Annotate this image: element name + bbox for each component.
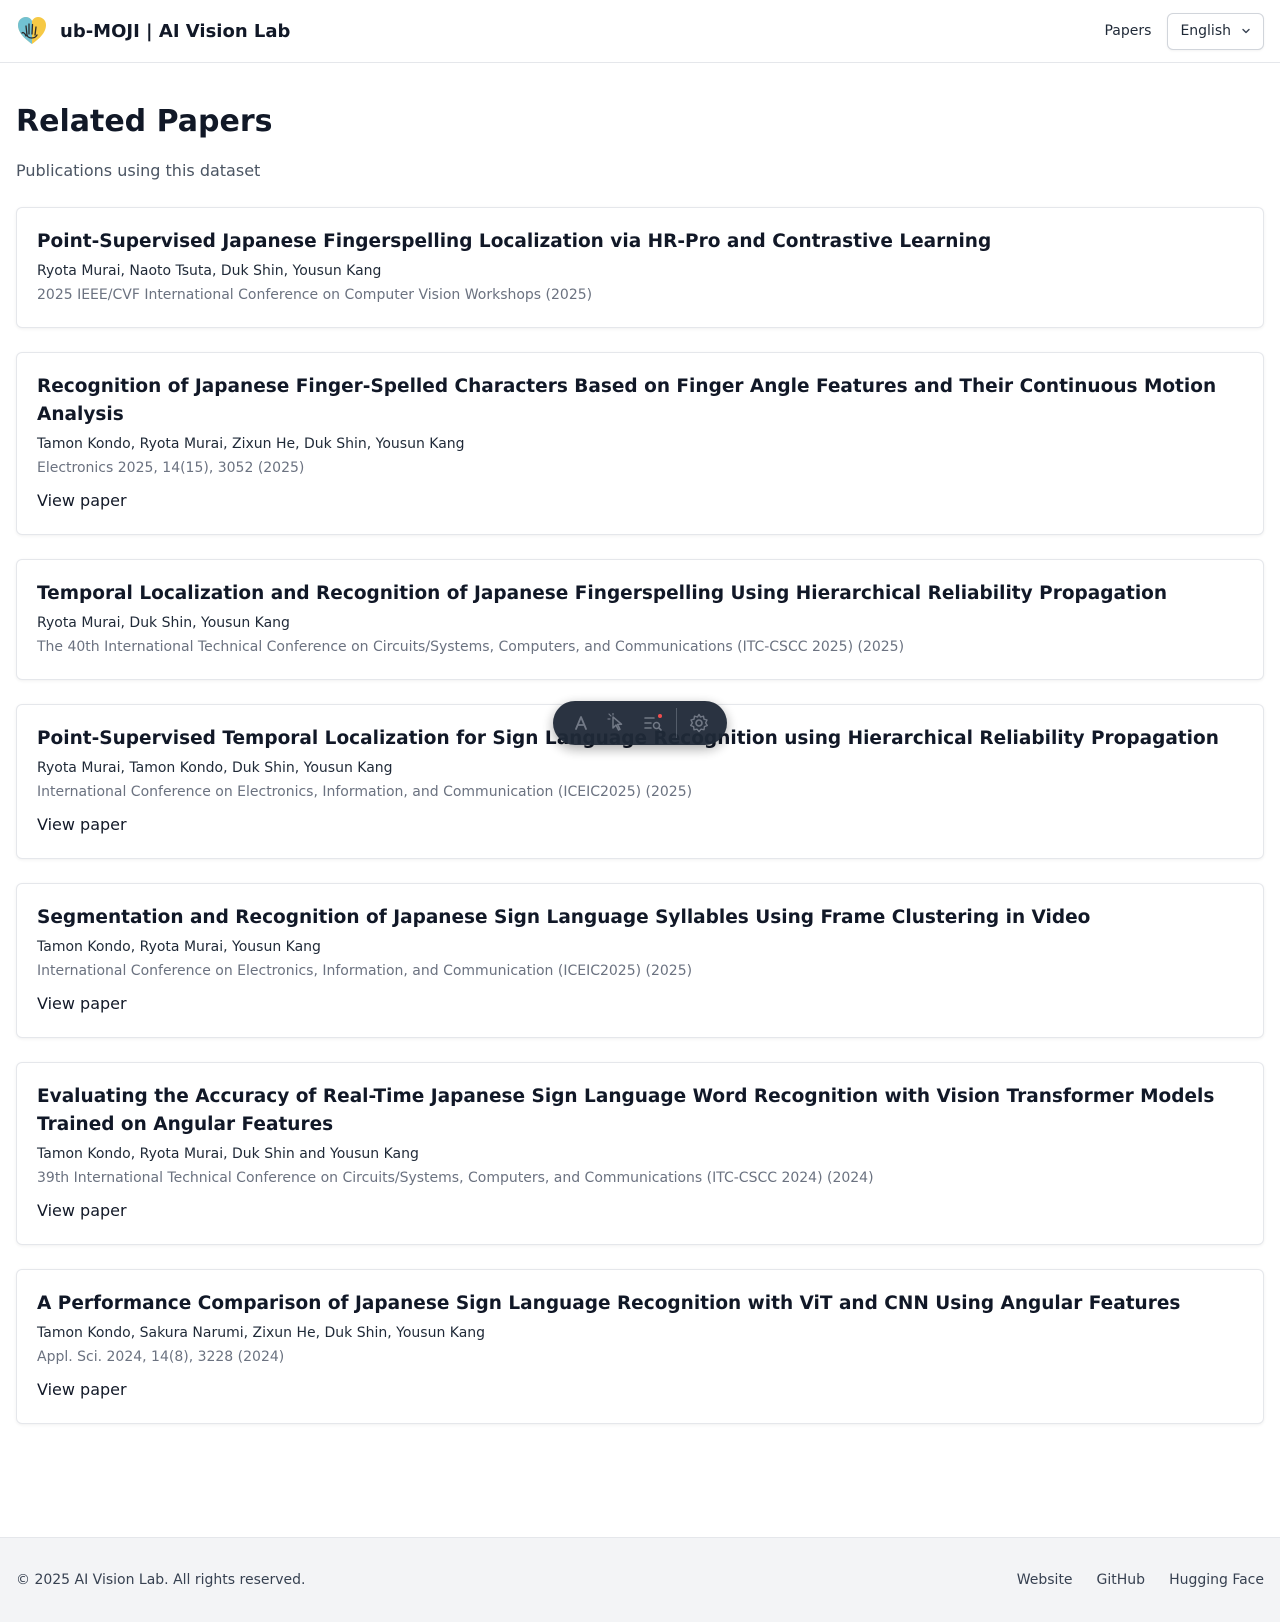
paper-title: Point-Supervised Japanese Fingerspelling… — [37, 231, 992, 252]
language-value: English — [1180, 23, 1231, 39]
chevron-down-icon — [1242, 28, 1250, 34]
brand-link[interactable]: ub-MOJI | AI Vision Lab — [16, 15, 290, 47]
paper-title: Temporal Localization and Recognition of… — [37, 583, 1168, 604]
view-paper-link[interactable]: View paper — [37, 814, 127, 836]
cursor-select-icon — [607, 713, 623, 731]
top-nav: Papers English — [1104, 12, 1264, 50]
paper-title: A Performance Comparison of Japanese Sig… — [37, 1293, 1181, 1314]
paper-venue: Appl. Sci. 2024, 14(8), 3228 (2024) — [37, 1349, 285, 1365]
paper-card: Recognition of Japanese Finger-Spelled C… — [16, 352, 1264, 535]
site-header: ub-MOJI | AI Vision Lab Papers English — [0, 0, 1280, 63]
settings-button[interactable] — [685, 709, 713, 737]
paper-title: Segmentation and Recognition of Japanese… — [37, 907, 1091, 928]
hand-heart-logo-icon — [18, 17, 46, 44]
paper-card: Evaluating the Accuracy of Real-Time Jap… — [16, 1062, 1264, 1245]
paper-card: A Performance Comparison of Japanese Sig… — [16, 1269, 1264, 1424]
papers-list: Point-Supervised Japanese Fingerspelling… — [16, 207, 1264, 1424]
footer-links: Website GitHub Hugging Face — [1017, 1572, 1264, 1588]
paper-card: Segmentation and Recognition of Japanese… — [16, 883, 1264, 1038]
paper-authors: Ryota Murai, Tamon Kondo, Duk Shin, Yous… — [37, 760, 393, 776]
site-footer: © 2025 AI Vision Lab. All rights reserve… — [0, 1537, 1280, 1622]
list-search-button[interactable] — [639, 709, 667, 737]
text-tool-button[interactable] — [567, 709, 595, 737]
paper-venue: International Conference on Electronics,… — [37, 963, 693, 979]
view-paper-link[interactable]: View paper — [37, 1200, 127, 1222]
brand-name: ub-MOJI | AI Vision Lab — [60, 20, 291, 42]
paper-venue: The 40th International Technical Confere… — [37, 639, 905, 655]
copyright-text: © 2025 AI Vision Lab. All rights reserve… — [16, 1572, 306, 1588]
paper-title: Evaluating the Accuracy of Real-Time Jap… — [37, 1086, 1215, 1135]
paper-authors: Tamon Kondo, Ryota Murai, Duk Shin and Y… — [37, 1146, 419, 1162]
paper-title: Recognition of Japanese Finger-Spelled C… — [37, 376, 1217, 425]
toolbar-divider — [675, 708, 677, 738]
paper-authors: Ryota Murai, Duk Shin, Yousun Kang — [37, 615, 290, 631]
nav-papers-link[interactable]: Papers — [1104, 23, 1151, 39]
paper-authors: Tamon Kondo, Ryota Murai, Zixun He, Duk … — [37, 436, 465, 452]
cursor-select-button[interactable] — [603, 709, 631, 737]
language-select[interactable]: English — [1167, 12, 1264, 50]
list-search-icon — [644, 714, 663, 731]
footer-link-github[interactable]: GitHub — [1097, 1572, 1146, 1588]
text-tool-icon — [575, 716, 587, 730]
paper-authors: Ryota Murai, Naoto Tsuta, Duk Shin, Yous… — [37, 263, 382, 279]
footer-link-hugging-face[interactable]: Hugging Face — [1169, 1572, 1264, 1588]
paper-venue: 2025 IEEE/CVF International Conference o… — [37, 287, 593, 303]
paper-card: Point-Supervised Japanese Fingerspelling… — [16, 207, 1264, 328]
paper-card: Temporal Localization and Recognition of… — [16, 559, 1264, 680]
page-subtitle: Publications using this dataset — [16, 161, 261, 180]
floating-toolbar — [553, 701, 727, 745]
view-paper-link[interactable]: View paper — [37, 490, 127, 512]
page-title: Related Papers — [16, 104, 273, 139]
paper-authors: Tamon Kondo, Sakura Narumi, Zixun He, Du… — [37, 1325, 486, 1341]
paper-venue: 39th International Technical Conference … — [37, 1170, 874, 1186]
view-paper-link[interactable]: View paper — [37, 1379, 127, 1401]
footer-link-website[interactable]: Website — [1017, 1572, 1073, 1588]
main-content: Related Papers Publications using this d… — [0, 101, 1280, 1424]
gear-icon — [689, 713, 708, 733]
paper-venue: International Conference on Electronics,… — [37, 784, 693, 800]
paper-venue: Electronics 2025, 14(15), 3052 (2025) — [37, 460, 305, 476]
view-paper-link[interactable]: View paper — [37, 993, 127, 1015]
paper-authors: Tamon Kondo, Ryota Murai, Yousun Kang — [37, 939, 321, 955]
